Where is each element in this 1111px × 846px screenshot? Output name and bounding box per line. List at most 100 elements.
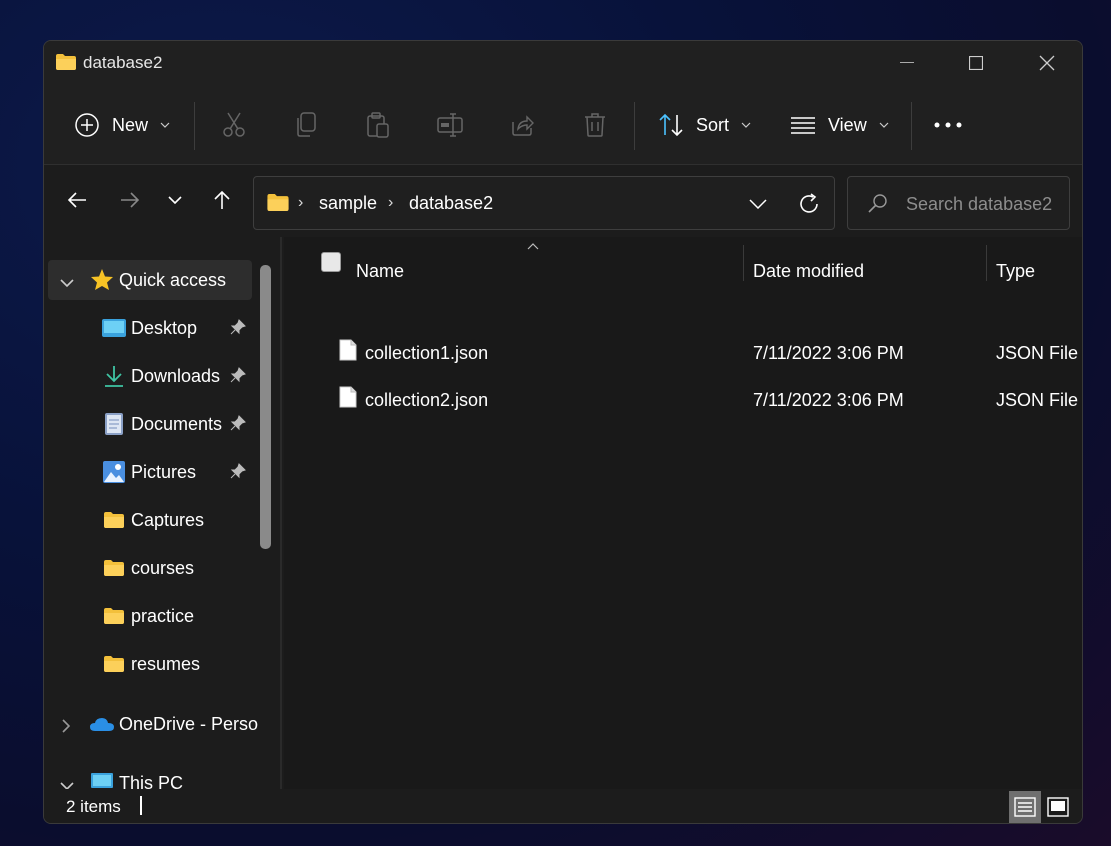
pin-icon [230, 463, 246, 484]
maximize-button[interactable] [948, 47, 1004, 79]
more-options-button[interactable] [934, 105, 962, 145]
sidebar-item-pictures[interactable]: Pictures [48, 452, 252, 492]
share-icon [510, 114, 534, 136]
chevron-down-icon[interactable] [60, 272, 74, 293]
chevron-down-icon [741, 122, 751, 128]
rename-button[interactable] [437, 105, 463, 145]
search-input[interactable] [906, 192, 1061, 216]
download-icon [104, 365, 124, 392]
sidebar-item-desktop[interactable]: Desktop [48, 308, 252, 348]
breadcrumb-chevron-icon: › [388, 194, 394, 211]
chevron-down-icon [749, 199, 767, 209]
pane-divider[interactable] [280, 237, 282, 789]
rename-icon [437, 113, 463, 137]
column-header-date[interactable]: Date modified [753, 251, 864, 291]
more-icon [934, 122, 962, 128]
file-row[interactable]: collection2.json 7/11/2022 3:06 PM JSON … [284, 378, 1082, 422]
sidebar-item-documents[interactable]: Documents [48, 404, 252, 444]
list-view-icon [790, 116, 816, 134]
toolbar-separator [634, 102, 635, 150]
sidebar-item-label: Quick access [119, 270, 227, 290]
back-button[interactable] [61, 184, 93, 216]
recent-locations-button[interactable] [159, 184, 191, 216]
file-icon [339, 339, 357, 366]
title-bar: database2 [44, 41, 1082, 85]
new-label: New [112, 114, 149, 135]
sidebar-item-courses[interactable]: courses [48, 548, 252, 588]
breadcrumb-sample[interactable]: sample [319, 193, 377, 214]
status-bar: 2 items [44, 789, 1082, 823]
share-button[interactable] [510, 105, 534, 145]
file-date: 7/11/2022 3:06 PM [753, 390, 904, 410]
file-name: collection1.json [365, 343, 489, 363]
up-button[interactable] [206, 184, 238, 216]
search-icon [868, 193, 888, 218]
sidebar-item-label: This PC [119, 773, 184, 789]
column-separator[interactable] [986, 245, 987, 281]
minimize-button[interactable] [879, 47, 935, 79]
column-header-type[interactable]: Type [996, 251, 1035, 291]
close-button[interactable] [1019, 47, 1075, 79]
arrow-up-icon [213, 190, 231, 210]
file-date: 7/11/2022 3:06 PM [753, 343, 904, 363]
copy-button[interactable] [295, 105, 317, 145]
sidebar-item-label: Captures [131, 510, 205, 530]
cut-button[interactable] [222, 105, 246, 145]
view-button[interactable]: View [790, 105, 889, 145]
sidebar-item-onedrive[interactable]: OneDrive - Perso [48, 704, 258, 744]
folder-icon [103, 559, 125, 582]
sidebar-item-label: OneDrive - Perso [119, 714, 259, 734]
cloud-icon [89, 716, 115, 737]
sidebar-item-quick-access[interactable]: Quick access [48, 260, 252, 300]
details-view-icon [1014, 797, 1036, 817]
tiles-view-button[interactable] [1042, 791, 1074, 823]
pictures-icon [103, 461, 125, 488]
sort-ascending-icon [527, 237, 539, 253]
select-all-checkbox[interactable] [321, 252, 341, 272]
chevron-down-icon[interactable] [60, 775, 74, 789]
view-label: View [828, 114, 867, 135]
chevron-down-icon [160, 122, 170, 128]
sidebar-item-resumes[interactable]: resumes [48, 644, 252, 684]
sidebar-scrollbar[interactable] [260, 265, 271, 549]
scissors-icon [222, 112, 246, 138]
folder-icon [266, 193, 290, 217]
paste-button[interactable] [366, 105, 390, 145]
pin-icon [230, 367, 246, 388]
folder-icon [103, 655, 125, 678]
file-list: Name Date modified Type collection1.json… [284, 237, 1082, 820]
pin-icon [230, 415, 246, 436]
chevron-right-icon[interactable] [62, 717, 71, 738]
sidebar-item-label: practice [131, 606, 195, 626]
breadcrumb-database2[interactable]: database2 [409, 193, 493, 214]
star-icon [90, 268, 114, 296]
new-button[interactable]: New [74, 105, 170, 145]
copy-icon [295, 112, 317, 138]
file-row[interactable]: collection1.json 7/11/2022 3:06 PM JSON … [284, 331, 1082, 375]
large-icons-view-icon [1047, 797, 1069, 817]
search-box[interactable] [847, 176, 1070, 230]
refresh-icon [798, 193, 820, 215]
column-separator[interactable] [743, 245, 744, 281]
sort-button[interactable]: Sort [658, 105, 751, 145]
file-icon [339, 386, 357, 413]
delete-button[interactable] [584, 105, 606, 145]
file-type: JSON File [996, 390, 1079, 410]
pc-icon [91, 773, 113, 789]
text-caret [140, 796, 142, 815]
details-view-button[interactable] [1009, 791, 1041, 823]
column-header-name[interactable]: Name [356, 251, 404, 291]
forward-button[interactable] [114, 184, 146, 216]
sidebar-item-downloads[interactable]: Downloads [48, 356, 252, 396]
sidebar-item-captures[interactable]: Captures [48, 500, 252, 540]
item-count: 2 items [66, 797, 121, 816]
sidebar-item-label: Pictures [131, 462, 197, 482]
sidebar-item-label: Desktop [131, 318, 198, 338]
sidebar-item-practice[interactable]: practice [48, 596, 252, 636]
refresh-button[interactable] [794, 189, 824, 219]
address-history-button[interactable] [744, 190, 772, 218]
sidebar-item-this-pc[interactable]: This PC [48, 763, 252, 789]
address-bar[interactable]: › sample › database2 [253, 176, 835, 230]
navigation-pane: Quick access Desktop Downloads Documents… [44, 237, 276, 789]
arrow-right-icon [120, 191, 140, 209]
